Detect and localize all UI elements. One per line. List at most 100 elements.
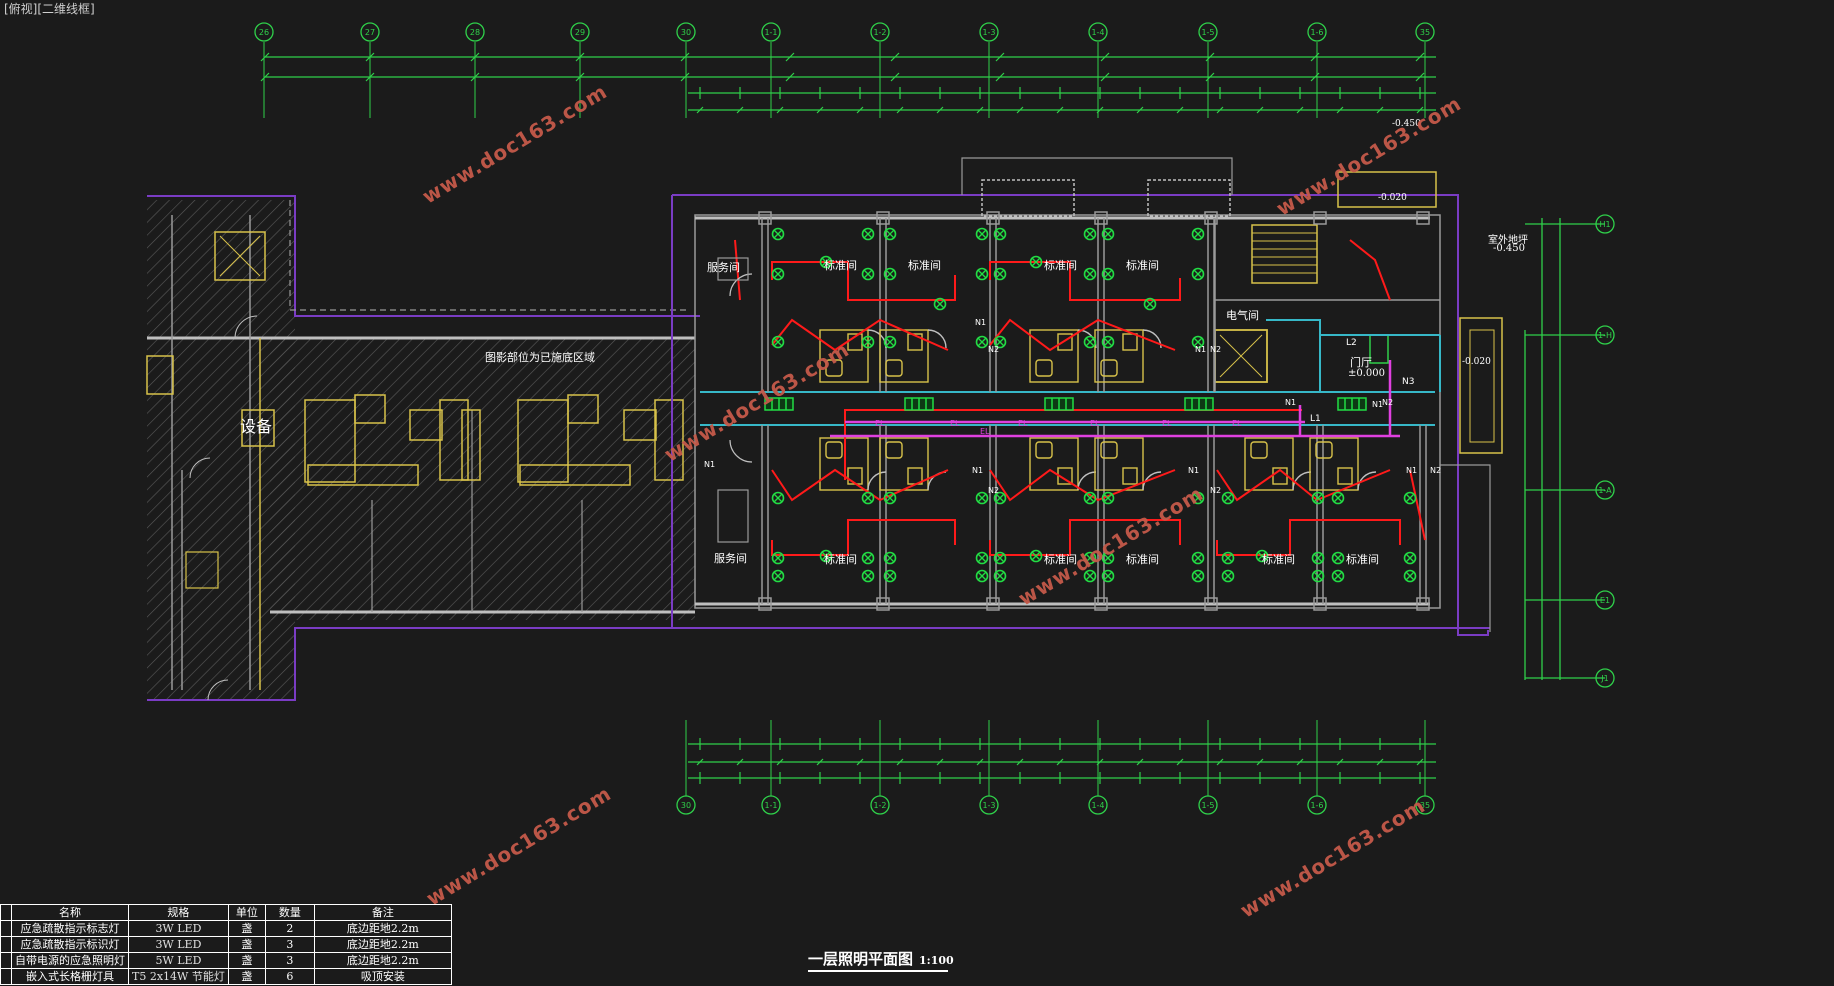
- drawing-title-underline: [808, 970, 948, 972]
- axis-bubble-bottom-label: 1-5: [1201, 801, 1214, 810]
- legend-cell-qty: 6: [264, 968, 315, 985]
- circuit-label-n1: N1: [975, 318, 987, 327]
- legend-cell-spec: 3W LED: [128, 920, 229, 937]
- level-mark-b: -0.020: [1462, 357, 1491, 367]
- circuit-label-el: EL: [1090, 419, 1100, 428]
- standard-room-label: 标准间: [1044, 259, 1077, 272]
- left-wing: [146, 195, 700, 701]
- standard-room-label: 标准间: [824, 259, 857, 272]
- legend-cell-spec: 5W LED: [128, 952, 229, 969]
- axis-bubbles-top: 26 27 28 29 30 1-1 1-2 1-3 1-4 1-5 1-6 35: [254, 22, 1435, 118]
- lamp-icon: [861, 227, 875, 241]
- lamp-icon: [771, 267, 785, 281]
- axis-bubble-top: 1-2: [870, 22, 890, 42]
- axis-bubble-top-label: 30: [681, 28, 691, 37]
- floor-plan: 26 27 28 29 30 1-1 1-2 1-3 1-4 1-5 1-6 35 30 1-1 1-2 1…: [146, 22, 1615, 815]
- axis-bubble-bottom: 1-6: [1307, 795, 1327, 815]
- axis-bubble-bottom: 1-4: [1088, 795, 1108, 815]
- lamp-icon: [1331, 551, 1345, 565]
- axis-bubble-right-label: E1: [1600, 596, 1610, 605]
- axis-bubble-bottom-label: 1-4: [1091, 801, 1104, 810]
- legend-cell-unit: 盏: [227, 968, 266, 985]
- axis-bubble-top: 1-6: [1307, 22, 1327, 42]
- axis-bubble-bottom: 1-1: [761, 795, 781, 815]
- lamp-icon: [1191, 267, 1205, 281]
- circuit-label-n2: N2: [1430, 466, 1442, 475]
- axis-bubble-bottom: 1-2: [870, 795, 890, 815]
- lamp-icon: [861, 551, 875, 565]
- legend-row: 自带电源的应急照明灯 5W LED 盏 3 底边距地2.2m: [0, 952, 452, 969]
- equipment-room-label: 设备: [240, 417, 273, 436]
- lamp-icon: [1191, 569, 1205, 583]
- legend-cell-note: 底边距地2.2m: [313, 920, 452, 937]
- circuit-label-l1: L1: [1310, 414, 1321, 424]
- lamp-icon: [1311, 551, 1325, 565]
- lamp-icon: [771, 491, 785, 505]
- axis-bubble-bottom-label: 1-3: [982, 801, 995, 810]
- light-fixtures: [771, 227, 1417, 583]
- standard-room-label: 标准间: [1262, 553, 1295, 566]
- legend-header-row: 名称 规格 单位 数量 备注: [0, 904, 452, 921]
- axis-bubble-top-label: 1-6: [1310, 28, 1323, 37]
- lamp-icon: [975, 491, 989, 505]
- circuit-label-n2: N2: [988, 486, 1000, 495]
- lobby-level-label: ±0.000: [1348, 368, 1386, 379]
- legend-cell-unit: 盏: [227, 952, 266, 969]
- circuit-label-n1: N1: [1195, 345, 1207, 354]
- lamp-icon: [1403, 569, 1417, 583]
- circuit-label-el: EL: [1162, 419, 1172, 428]
- circuit-label-el: EL: [950, 419, 960, 428]
- lamp-icon: [1191, 227, 1205, 241]
- axis-bubble-top: 1-1: [761, 22, 781, 42]
- drawing-scale: 1:100: [919, 954, 954, 967]
- legend-header-name: 名称: [11, 904, 129, 921]
- axis-bubble-bottom-label: 30: [681, 801, 691, 810]
- legend-cell-qty: 3: [264, 952, 315, 969]
- lamp-icon: [975, 335, 989, 349]
- circuit-label-n1: N1: [972, 466, 984, 475]
- lamp-icon: [1083, 267, 1097, 281]
- standard-room-label: 标准间: [908, 259, 941, 272]
- drawing-title-text: 一层照明平面图: [808, 950, 914, 968]
- lamp-icon: [1331, 491, 1345, 505]
- axis-bubble-top: 26: [254, 22, 274, 42]
- legend-row: 应急疏散指示标识灯 3W LED 盏 3 底边距地2.2m: [0, 936, 452, 953]
- circuit-label-n1: N1: [1406, 466, 1418, 475]
- legend-cell-unit: 盏: [227, 920, 266, 937]
- right-dimension-lines: [1524, 218, 1605, 680]
- axis-bubble-top-label: 27: [365, 28, 375, 37]
- legend-cell-qty: 2: [264, 920, 315, 937]
- lamp-icon: [1191, 551, 1205, 565]
- legend-cell-note: 底边距地2.2m: [313, 936, 452, 953]
- legend-header-unit: 单位: [227, 904, 266, 921]
- axis-bubble-right-label: 1-A: [1598, 486, 1612, 495]
- axis-bubble-top: 1-5: [1198, 22, 1218, 42]
- lamp-icon: [1221, 491, 1235, 505]
- standard-room-label: 标准间: [1346, 553, 1379, 566]
- circuit-label-el: EL: [875, 419, 885, 428]
- electric-room-label: 电气间: [1226, 309, 1259, 322]
- circuit-label-el: EL: [980, 427, 990, 436]
- legend-cell-unit: 盏: [227, 936, 266, 953]
- top-dimension-lines: [265, 56, 1436, 111]
- circuit-label-n1: N1: [1285, 398, 1297, 407]
- circuit-label-n2: N2: [1382, 398, 1394, 407]
- axis-bubble-top: 30: [676, 22, 696, 42]
- service-room-label-bottom: 服务间: [714, 552, 747, 565]
- circuit-label-n2: N2: [1210, 486, 1222, 495]
- lamp-icon: [1403, 551, 1417, 565]
- top-dimension-ticks: [260, 52, 1425, 114]
- axis-bubble-top-label: 1-3: [982, 28, 995, 37]
- legend-cell-name: 应急疏散指示标志灯: [11, 920, 129, 937]
- axis-bubble-top: 27: [360, 22, 380, 42]
- legend-cell-name: 嵌入式长格栅灯具: [11, 968, 129, 985]
- circuit-label-n3: N3: [1402, 377, 1415, 387]
- legend-cell-name: 应急疏散指示标识灯: [11, 936, 129, 953]
- bottom-dimension-ticks: [696, 738, 1424, 784]
- standard-room-label: 标准间: [1126, 553, 1159, 566]
- circuit-label-l2: L2: [1346, 338, 1357, 348]
- circuit-label-n1: N1: [1188, 466, 1200, 475]
- circuit-label-el: EL: [1232, 419, 1242, 428]
- cad-drawing-canvas[interactable]: [俯视][二维线框] 26 27 28 29 30 1-1 1-2 1-3 1-…: [0, 0, 1834, 986]
- lamp-icon: [975, 267, 989, 281]
